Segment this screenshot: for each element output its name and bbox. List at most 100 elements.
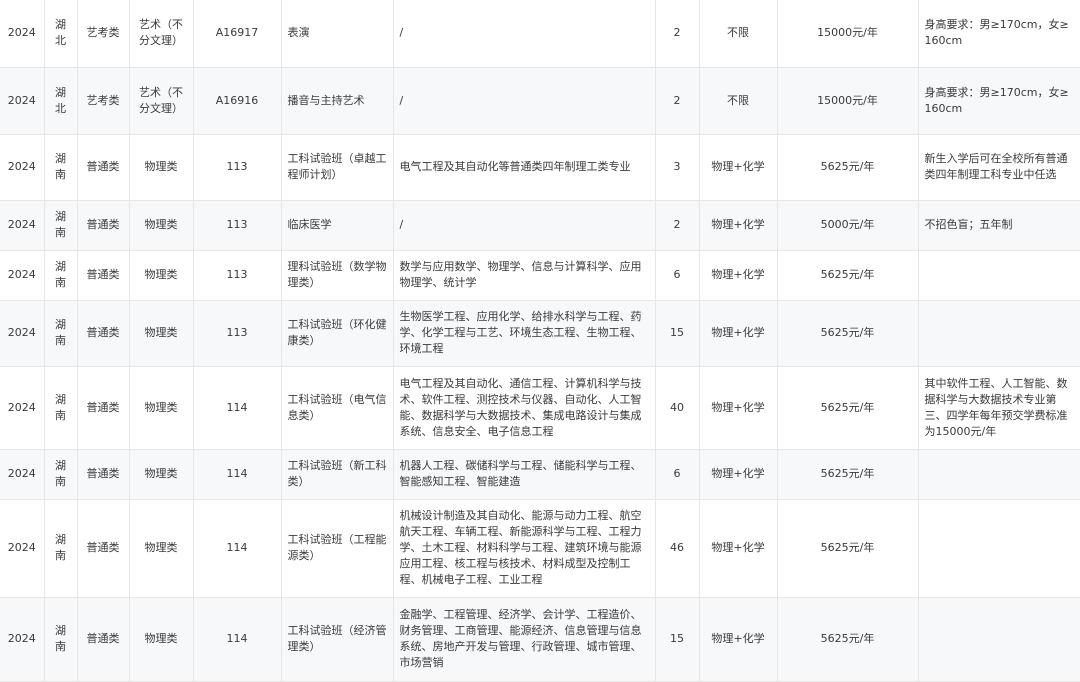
table-row: 2024 湖南 普通类 物理类 114 工科试验班（新工科类） 机器人工程、碳储科学与工程、… <box>0 449 1080 500</box>
cell-year: 2024 <box>0 250 45 301</box>
cell-tuition: 5625元/年 <box>777 597 919 682</box>
cell-batch: 普通类 <box>77 134 130 201</box>
cell-plan-count: 3 <box>655 134 700 201</box>
cell-subject-requirement: 物理+化学 <box>699 597 778 682</box>
cell-major: 工科试验班（经济管理类） <box>281 597 394 682</box>
cell-tuition: 5625元/年 <box>777 300 919 367</box>
cell-batch: 艺考类 <box>77 67 130 135</box>
cell-category: 物理类 <box>129 449 194 500</box>
cell-category: 物理类 <box>129 366 194 450</box>
cell-includes: 电气工程及其自动化等普通类四年制理工类专业 <box>393 134 656 201</box>
cell-note: 新生入学后可在全校所有普通类四年制理工科专业中任选 <box>918 134 1080 201</box>
cell-batch: 普通类 <box>77 499 130 598</box>
cell-major: 播音与主持艺术 <box>281 67 394 135</box>
cell-subject-requirement: 物理+化学 <box>699 449 778 500</box>
cell-note: 身高要求：男≥170cm，女≥160cm <box>918 67 1080 135</box>
cell-province: 湖南 <box>44 300 78 367</box>
cell-code: 113 <box>193 300 282 367</box>
table-row: 2024 湖北 艺考类 艺术（不分文理） A16917 表演/2 不限 15000元/年 身高要… <box>0 0 1080 68</box>
cell-code: 113 <box>193 250 282 301</box>
cell-tuition: 5625元/年 <box>777 366 919 450</box>
cell-province: 湖南 <box>44 250 78 301</box>
cell-year: 2024 <box>0 449 45 500</box>
cell-code: 114 <box>193 597 282 682</box>
cell-category: 物理类 <box>129 300 194 367</box>
cell-subject-requirement: 物理+化学 <box>699 366 778 450</box>
cell-major: 理科试验班（数学物理类） <box>281 250 394 301</box>
cell-category: 艺术（不分文理） <box>129 67 194 135</box>
cell-subject-requirement: 物理+化学 <box>699 250 778 301</box>
cell-batch: 普通类 <box>77 449 130 500</box>
cell-subject-requirement: 不限 <box>699 0 778 68</box>
table-row: 2024 湖南 普通类 物理类 113 工科试验班（环化健康类） 生物医学工程、应用化学、给… <box>0 300 1080 367</box>
cell-batch: 普通类 <box>77 366 130 450</box>
cell-note <box>918 449 1080 500</box>
cell-tuition: 5000元/年 <box>777 200 919 251</box>
cell-year: 2024 <box>0 134 45 201</box>
table-row: 2024 湖南 普通类 物理类 114 工科试验班（经济管理类） 金融学、工程管理、经济学、… <box>0 597 1080 682</box>
cell-major: 临床医学 <box>281 200 394 251</box>
cell-tuition: 5625元/年 <box>777 499 919 598</box>
cell-code: 114 <box>193 366 282 450</box>
cell-tuition: 15000元/年 <box>777 67 919 135</box>
cell-plan-count: 6 <box>655 449 700 500</box>
cell-year: 2024 <box>0 499 45 598</box>
cell-province: 湖北 <box>44 0 78 68</box>
cell-major: 工科试验班（卓越工程师计划） <box>281 134 394 201</box>
cell-plan-count: 6 <box>655 250 700 301</box>
cell-note: 身高要求：男≥170cm，女≥160cm <box>918 0 1080 68</box>
cell-includes: / <box>393 0 656 68</box>
cell-batch: 普通类 <box>77 200 130 251</box>
cell-year: 2024 <box>0 200 45 251</box>
cell-tuition: 5625元/年 <box>777 449 919 500</box>
cell-code: 114 <box>193 499 282 598</box>
cell-major: 工科试验班（新工科类） <box>281 449 394 500</box>
cell-plan-count: 15 <box>655 597 700 682</box>
cell-subject-requirement: 物理+化学 <box>699 134 778 201</box>
cell-includes: 电气工程及其自动化、通信工程、计算机科学与技术、软件工程、测控技术与仪器、自动化… <box>393 366 656 450</box>
cell-plan-count: 2 <box>655 67 700 135</box>
cell-category: 物理类 <box>129 499 194 598</box>
table-row: 2024 湖南 普通类 物理类 114 工科试验班（电气信息类） 电气工程及其自动化、通信工… <box>0 366 1080 450</box>
cell-batch: 艺考类 <box>77 0 130 68</box>
cell-plan-count: 40 <box>655 366 700 450</box>
cell-code: A16916 <box>193 67 282 135</box>
cell-category: 物理类 <box>129 200 194 251</box>
cell-province: 湖南 <box>44 366 78 450</box>
cell-tuition: 5625元/年 <box>777 250 919 301</box>
table-row: 2024 湖南 普通类 物理类 113 理科试验班（数学物理类） 数学与应用数学、物理学、信… <box>0 250 1080 301</box>
cell-province: 湖南 <box>44 200 78 251</box>
cell-tuition: 15000元/年 <box>777 0 919 68</box>
table-row: 2024 湖南 普通类 物理类 114 工科试验班（工程能源类） 机械设计制造及其自动化、能… <box>0 499 1080 598</box>
cell-subject-requirement: 物理+化学 <box>699 499 778 598</box>
cell-note <box>918 250 1080 301</box>
cell-major: 工科试验班（环化健康类） <box>281 300 394 367</box>
cell-code: 113 <box>193 134 282 201</box>
cell-year: 2024 <box>0 300 45 367</box>
cell-province: 湖南 <box>44 449 78 500</box>
cell-province: 湖南 <box>44 134 78 201</box>
cell-note: 其中软件工程、人工智能、数据科学与大数据技术专业第三、四学年每年预交学费标准为1… <box>918 366 1080 450</box>
cell-includes: 金融学、工程管理、经济学、会计学、工程造价、财务管理、工商管理、能源经济、信息管… <box>393 597 656 682</box>
table-row: 2024 湖南 普通类 物理类 113 工科试验班（卓越工程师计划） 电气工程及其自动化等普… <box>0 134 1080 201</box>
cell-code: A16917 <box>193 0 282 68</box>
cell-batch: 普通类 <box>77 300 130 367</box>
cell-year: 2024 <box>0 0 45 68</box>
cell-province: 湖南 <box>44 597 78 682</box>
cell-plan-count: 2 <box>655 200 700 251</box>
cell-includes: 机械设计制造及其自动化、能源与动力工程、航空航天工程、车辆工程、新能源科学与工程… <box>393 499 656 598</box>
cell-note <box>918 499 1080 598</box>
cell-category: 物理类 <box>129 250 194 301</box>
cell-category: 物理类 <box>129 134 194 201</box>
table-row: 2024 湖南 普通类 物理类 113 临床医学/2 物理+化学 5000元/年 不招色盲；五年… <box>0 200 1080 251</box>
cell-note <box>918 300 1080 367</box>
cell-year: 2024 <box>0 366 45 450</box>
cell-subject-requirement: 不限 <box>699 67 778 135</box>
cell-tuition: 5625元/年 <box>777 134 919 201</box>
cell-major: 工科试验班（电气信息类） <box>281 366 394 450</box>
cell-batch: 普通类 <box>77 597 130 682</box>
cell-category: 艺术（不分文理） <box>129 0 194 68</box>
cell-plan-count: 15 <box>655 300 700 367</box>
cell-note <box>918 597 1080 682</box>
cell-subject-requirement: 物理+化学 <box>699 300 778 367</box>
